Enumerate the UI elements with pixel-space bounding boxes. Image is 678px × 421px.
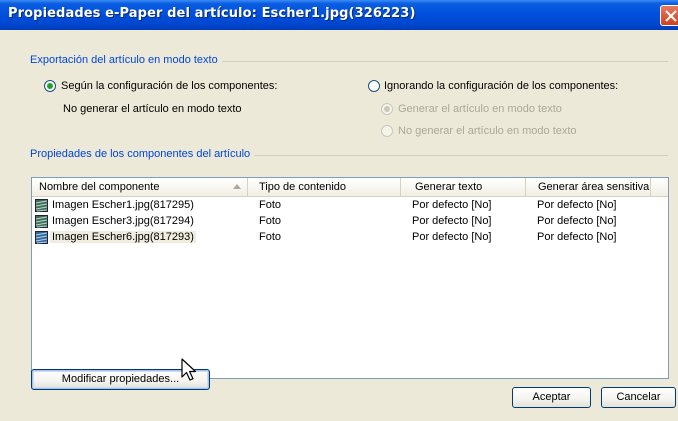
row-name: Imagen Escher6.jpg(817293) [50, 231, 196, 243]
radio-ignore[interactable] [368, 80, 380, 92]
row-text: Por defecto [No] [412, 215, 492, 227]
title-bar[interactable]: Propiedades e-Paper del artículo: Escher… [0, 0, 678, 30]
radio-generate-text-label[interactable]: Generar el artículo en modo texto [398, 103, 562, 115]
image-component-icon [35, 231, 48, 244]
dialog-content: Exportación del artículo en modo texto S… [0, 30, 678, 421]
row-name: Imagen Escher1.jpg(817295) [52, 199, 194, 211]
row-area: Por defecto [No] [537, 231, 617, 243]
table-row[interactable]: Imagen Escher3.jpg(817294) Foto Por defe… [32, 214, 668, 230]
row-text: Por defecto [No] [412, 231, 492, 243]
components-status-text: No generar el artículo en modo texto [63, 103, 242, 115]
row-type: Foto [259, 231, 282, 243]
column-header-type[interactable]: Tipo de contenido [248, 178, 401, 196]
column-header-type-label: Tipo de contenido [259, 181, 347, 193]
window-title: Propiedades e-Paper del artículo: Escher… [8, 6, 416, 21]
column-header-name-label: Nombre del componente [39, 181, 160, 193]
close-icon [665, 10, 677, 22]
sort-ascending-icon [233, 184, 241, 189]
row-area: Por defecto [No] [537, 215, 617, 227]
column-header-text[interactable]: Generar texto [401, 178, 526, 196]
radio-ignore-label[interactable]: Ignorando la configuración de los compon… [384, 80, 618, 92]
radio-generate-text[interactable] [381, 103, 393, 115]
table-row[interactable]: Imagen Escher1.jpg(817295) Foto Por defe… [32, 198, 668, 214]
row-type: Foto [259, 215, 282, 227]
column-header-text-label: Generar texto [415, 181, 483, 193]
image-component-icon [35, 199, 48, 212]
list-header: Nombre del componente Tipo de contenido … [32, 178, 668, 197]
table-row-selected[interactable]: Imagen Escher6.jpg(817293) Foto Por defe… [32, 230, 668, 246]
accept-button[interactable]: Aceptar [512, 387, 591, 408]
close-button[interactable] [660, 5, 678, 26]
export-group-title: Exportación del artículo en modo texto [30, 54, 222, 66]
radio-components-label[interactable]: Según la configuración de los componente… [61, 80, 277, 92]
mouse-pointer-icon [181, 358, 197, 381]
row-area: Por defecto [No] [537, 199, 617, 211]
components-list[interactable]: Nombre del componente Tipo de contenido … [31, 177, 669, 379]
radio-no-generate-text[interactable] [381, 125, 393, 137]
radio-components[interactable] [44, 80, 56, 92]
dialog-window: Propiedades e-Paper del artículo: Escher… [0, 0, 678, 421]
row-text: Por defecto [No] [412, 199, 492, 211]
row-name: Imagen Escher3.jpg(817294) [52, 215, 194, 227]
properties-group-title: Propiedades de los componentes del artíc… [30, 148, 255, 160]
column-header-area[interactable]: Generar área sensitiva [526, 178, 651, 196]
column-header-name[interactable]: Nombre del componente [32, 178, 248, 196]
row-type: Foto [259, 199, 282, 211]
column-header-area-label: Generar área sensitiva [538, 181, 650, 193]
image-component-icon [35, 215, 48, 228]
radio-no-generate-text-label[interactable]: No generar el artículo en modo texto [398, 125, 577, 137]
cancel-button[interactable]: Cancelar [601, 387, 676, 408]
